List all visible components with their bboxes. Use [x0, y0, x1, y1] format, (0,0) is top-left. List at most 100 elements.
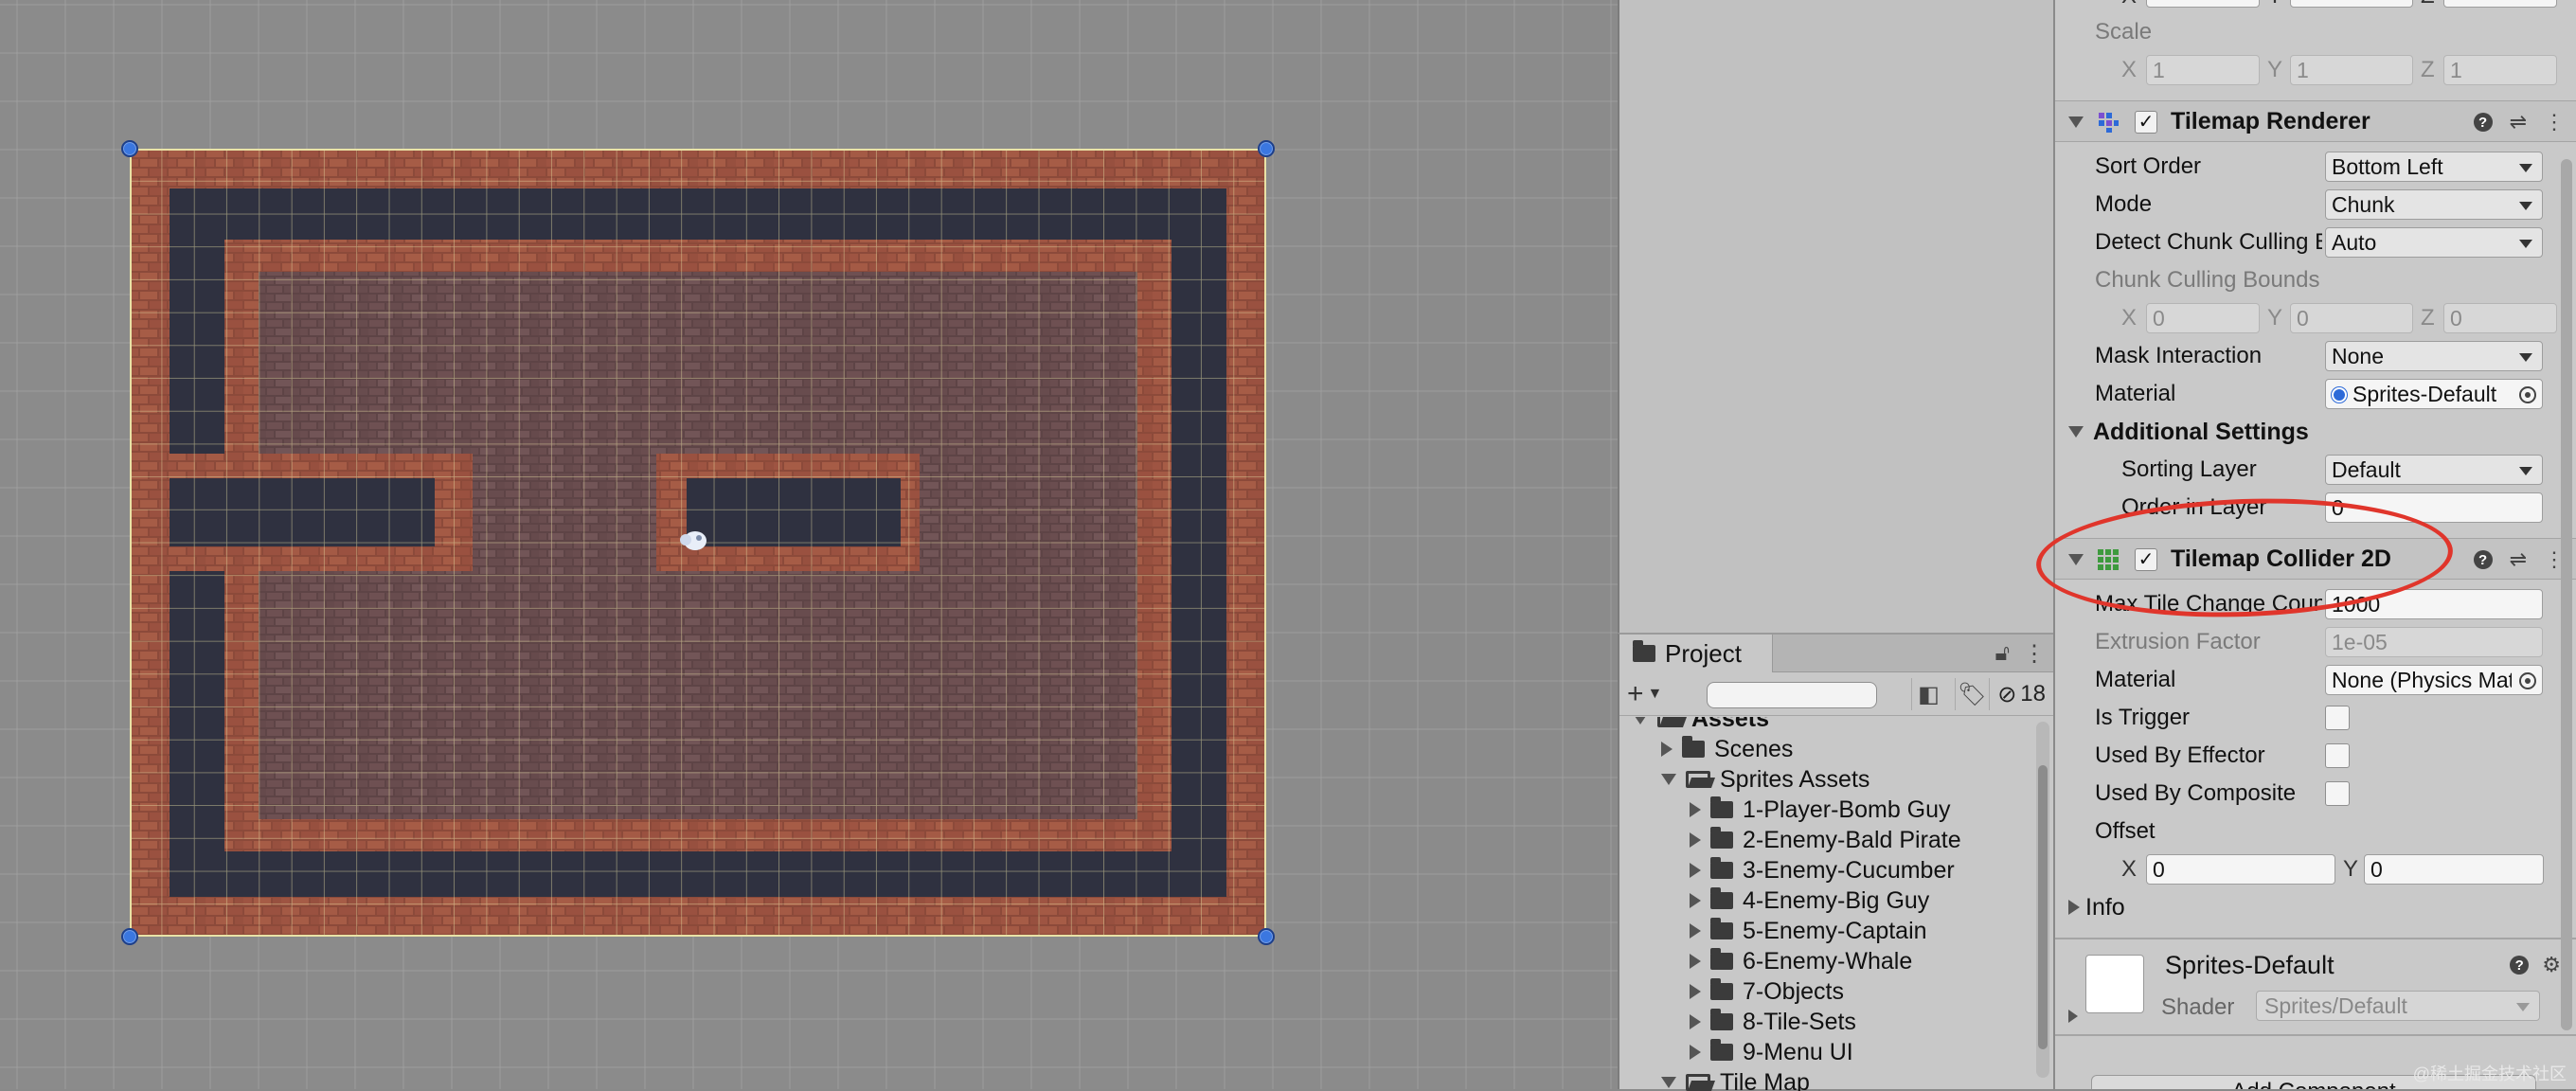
info-foldout[interactable]: Info: [2068, 890, 2125, 924]
project-tab-label: Project: [1665, 639, 1742, 669]
shader-dropdown[interactable]: Sprites/Default: [2256, 991, 2540, 1021]
tilemap-collider-enabled-checkbox[interactable]: ✓: [2135, 548, 2157, 571]
scale-z-field[interactable]: 1: [2443, 55, 2557, 85]
project-tree-item[interactable]: 9-Menu UI: [1690, 1037, 1853, 1067]
chevron-right-icon[interactable]: [1690, 954, 1701, 969]
inspector-scrollbar[interactable]: [2561, 159, 2572, 1030]
kebab-menu-icon[interactable]: ⋮: [2023, 640, 2046, 668]
project-toolbar: + ▼ 🔍︎ ◧ 🏷︎ ⊘ 18: [1619, 672, 2053, 716]
project-tree-item[interactable]: Sprites Assets: [1661, 764, 1869, 795]
filter-by-label-icon[interactable]: 🏷︎: [1955, 678, 1989, 710]
bounds-handle-bottom-left[interactable]: [121, 928, 138, 945]
foldout-arrow-icon[interactable]: [2068, 554, 2084, 565]
extrusion-factor-field[interactable]: 1e-05: [2325, 627, 2543, 657]
mode-label: Mode: [2095, 191, 2152, 218]
eye-hidden-icon: ⊘: [1997, 681, 2016, 708]
project-tree-item[interactable]: Scenes: [1661, 734, 1793, 764]
project-tree-item[interactable]: 6-Enemy-Whale: [1690, 946, 1912, 976]
renderer-material-value: Sprites-Default: [2352, 382, 2496, 407]
foldout-arrow-icon: [2068, 426, 2084, 438]
project-tree-item[interactable]: 2-Enemy-Bald Pirate: [1690, 825, 1961, 855]
material-asset-name: Sprites-Default: [2165, 951, 2334, 980]
used-by-composite-checkbox[interactable]: [2325, 781, 2350, 806]
scale-y-field[interactable]: 1: [2290, 55, 2413, 85]
project-tree-item[interactable]: 7-Objects: [1690, 976, 1844, 1007]
help-icon[interactable]: ?: [2474, 550, 2493, 569]
project-tab[interactable]: Project: [1619, 635, 1773, 672]
is-trigger-checkbox[interactable]: [2325, 706, 2350, 730]
chevron-right-icon[interactable]: [1690, 984, 1701, 999]
bounds-z-field[interactable]: 0: [2443, 303, 2557, 333]
mask-interaction-dropdown[interactable]: None: [2325, 341, 2543, 371]
hidden-packages-toggle[interactable]: ⊘ 18: [1989, 678, 2046, 710]
project-tree-item[interactable]: 3-Enemy-Cucumber: [1690, 855, 1955, 885]
chevron-right-icon[interactable]: [1690, 863, 1701, 878]
additional-settings-header[interactable]: Additional Settings: [2068, 415, 2309, 449]
foldout-arrow-icon[interactable]: [2068, 116, 2084, 128]
player-sprite[interactable]: [678, 527, 710, 553]
project-search-input[interactable]: [1707, 682, 1877, 708]
project-tree-item[interactable]: 8-Tile-Sets: [1690, 1007, 1856, 1037]
detect-chunk-culling-dropdown[interactable]: Auto: [2325, 227, 2543, 258]
max-tile-change-field[interactable]: 1000: [2325, 589, 2543, 619]
used-by-effector-checkbox[interactable]: [2325, 743, 2350, 768]
chevron-right-icon[interactable]: [1690, 1045, 1701, 1060]
project-tree-item[interactable]: 4-Enemy-Big Guy: [1690, 885, 1929, 916]
bounds-z-axis: Z: [2421, 305, 2435, 331]
folder-icon: [1710, 983, 1733, 1000]
lock-icon[interactable]: 🔓︎: [1995, 640, 2010, 667]
sort-order-dropdown[interactable]: Bottom Left: [2325, 152, 2543, 182]
mode-dropdown[interactable]: Chunk: [2325, 189, 2543, 220]
folder-icon: [1682, 741, 1705, 758]
chevron-down-icon[interactable]: [1661, 1077, 1676, 1088]
chevron-right-icon[interactable]: [1690, 923, 1701, 939]
chevron-right-icon[interactable]: [1690, 802, 1701, 817]
object-picker-icon[interactable]: [2519, 386, 2536, 403]
is-trigger-label: Is Trigger: [2095, 705, 2190, 731]
project-tree-item-label: 4-Enemy-Big Guy: [1743, 887, 1929, 915]
kebab-menu-icon[interactable]: ⋮: [2544, 110, 2565, 134]
project-scrollbar[interactable]: [2036, 722, 2049, 1078]
bounds-handle-bottom-right[interactable]: [1258, 928, 1275, 945]
preset-icon[interactable]: ⇌: [2510, 547, 2527, 572]
chevron-down-icon[interactable]: [1633, 717, 1648, 724]
create-asset-button[interactable]: + ▼: [1627, 678, 1662, 710]
tilemap-collider-header[interactable]: ✓ Tilemap Collider 2D ? ⇌ ⋮: [2055, 538, 2576, 580]
material-expand-arrow-icon[interactable]: [2068, 1010, 2078, 1023]
scale-x-field[interactable]: 1: [2146, 55, 2260, 85]
tilemap-renderer-header[interactable]: ✓ Tilemap Renderer ? ⇌ ⋮: [2055, 100, 2576, 142]
folder-icon: [1710, 862, 1733, 879]
bounds-handle-top-left[interactable]: [121, 140, 138, 157]
help-icon[interactable]: ?: [2474, 113, 2493, 132]
collider-material-field[interactable]: None (Physics Material 2D): [2325, 665, 2543, 695]
renderer-material-row: Material Sprites-Default: [2055, 377, 2548, 411]
project-tree-item[interactable]: Tile Map: [1661, 1067, 1810, 1091]
preset-icon[interactable]: ⇌: [2510, 110, 2527, 134]
project-tree-item-label: 6-Enemy-Whale: [1743, 948, 1912, 975]
offset-x-field[interactable]: 0: [2146, 854, 2335, 885]
renderer-material-field[interactable]: Sprites-Default: [2325, 379, 2543, 409]
bounds-x-field[interactable]: 0: [2146, 303, 2260, 333]
object-picker-icon[interactable]: [2519, 672, 2536, 689]
chevron-right-icon[interactable]: [1690, 1014, 1701, 1029]
chevron-down-icon[interactable]: [1661, 774, 1676, 785]
offset-y-field[interactable]: 0: [2364, 854, 2544, 885]
chevron-right-icon[interactable]: [1661, 742, 1673, 757]
filter-by-type-icon[interactable]: ◧: [1911, 678, 1945, 710]
help-icon[interactable]: ?: [2510, 956, 2529, 975]
bounds-y-field[interactable]: 0: [2290, 303, 2413, 333]
bounds-handle-top-right[interactable]: [1258, 140, 1275, 157]
folder-open-icon: [1686, 771, 1710, 788]
project-tree-item[interactable]: 5-Enemy-Captain: [1690, 916, 1927, 946]
scene-view[interactable]: [0, 0, 1618, 1089]
sorting-layer-dropdown[interactable]: Default: [2325, 455, 2543, 485]
order-in-layer-field[interactable]: 0: [2325, 492, 2543, 523]
project-tree-item[interactable]: 1-Player-Bomb Guy: [1690, 795, 1951, 825]
chevron-right-icon[interactable]: [1690, 832, 1701, 848]
project-tree-item[interactable]: Assets: [1633, 717, 1769, 734]
chevron-right-icon[interactable]: [1690, 893, 1701, 908]
used-by-composite-label: Used By Composite: [2095, 780, 2296, 807]
tilemap-collider-icon: [2097, 548, 2120, 571]
gear-icon[interactable]: ⚙: [2542, 953, 2561, 977]
tilemap-renderer-enabled-checkbox[interactable]: ✓: [2135, 111, 2157, 134]
